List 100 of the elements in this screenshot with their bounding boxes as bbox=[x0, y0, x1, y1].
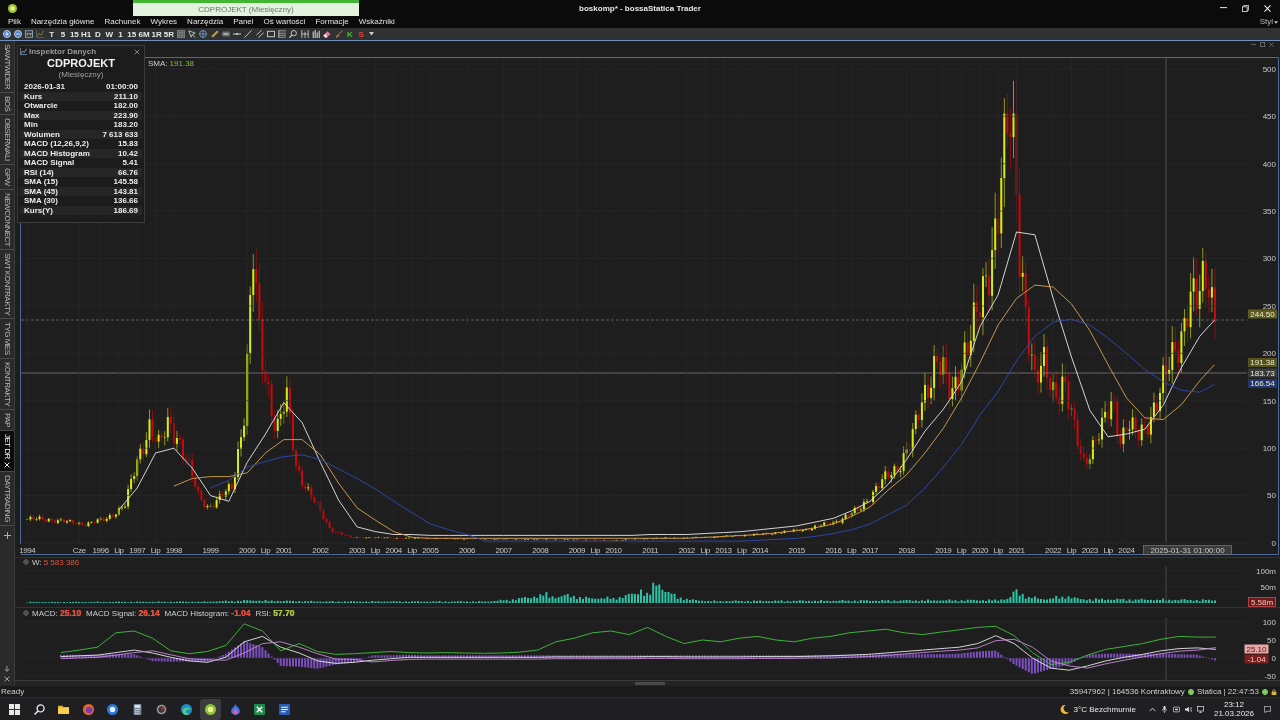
interval-button[interactable]: T bbox=[46, 28, 58, 40]
microphone-icon[interactable] bbox=[1160, 705, 1168, 713]
crosshair-icon[interactable] bbox=[199, 30, 208, 38]
side-tab[interactable]: KONTRAKTY bbox=[0, 358, 14, 410]
crosshair-date-label: 2025-01-31 01:00:00 bbox=[1143, 545, 1232, 555]
fit-width-icon[interactable] bbox=[25, 30, 34, 38]
menu-item[interactable]: Narzędzia główne bbox=[30, 17, 95, 27]
side-tab[interactable]: GPW bbox=[0, 165, 14, 190]
axis-label: 2020 bbox=[971, 545, 988, 555]
dropdown-caret-icon[interactable] bbox=[368, 32, 374, 36]
speaker-icon[interactable] bbox=[1184, 705, 1192, 713]
interval-button[interactable]: 1 bbox=[114, 28, 127, 40]
app-icon[interactable] bbox=[200, 698, 221, 720]
restore-icon[interactable] bbox=[1242, 4, 1249, 12]
flame-icon[interactable] bbox=[229, 703, 241, 715]
bar-chart-icon[interactable] bbox=[312, 30, 321, 38]
side-tab[interactable]: OBSERWALI bbox=[0, 115, 14, 165]
side-tab[interactable]: NEWCONNECT bbox=[0, 189, 14, 250]
menu-item[interactable]: Wskaźniki bbox=[358, 17, 395, 27]
zoom-in-icon[interactable] bbox=[2, 30, 11, 38]
clock-date[interactable]: 21.03.2026 bbox=[1213, 709, 1254, 718]
interval-button[interactable]: 15 bbox=[126, 28, 138, 40]
axis-label: Lip bbox=[737, 545, 747, 555]
chevron-up-icon[interactable] bbox=[1148, 705, 1156, 713]
side-tab[interactable]: SWT KONTRAKTY bbox=[0, 249, 14, 320]
horizontal-scrollbar[interactable] bbox=[15, 680, 1280, 686]
caret-icon bbox=[1274, 20, 1278, 24]
menu-item[interactable]: Narzędzia bbox=[187, 17, 224, 27]
gauge-icon[interactable] bbox=[156, 703, 167, 715]
side-tab[interactable]: JET DR bbox=[0, 430, 14, 472]
trend-line-icon[interactable] bbox=[244, 30, 253, 38]
field-value: 136.66 bbox=[113, 196, 138, 206]
field-value: 7 613 633 bbox=[102, 129, 138, 139]
spreadsheet-icon[interactable] bbox=[254, 703, 265, 715]
interval-button[interactable]: D bbox=[92, 28, 104, 40]
vertical-lines-icon[interactable] bbox=[300, 30, 309, 38]
folder-icon[interactable] bbox=[58, 703, 69, 715]
side-tab[interactable]: DAYTRADING bbox=[0, 471, 14, 526]
axis-label: 150 bbox=[1262, 396, 1276, 406]
browser-icon[interactable] bbox=[180, 703, 192, 715]
axis-label: 500 bbox=[1262, 64, 1276, 74]
chart-icon[interactable] bbox=[36, 30, 45, 38]
maximize-icon[interactable] bbox=[1260, 41, 1265, 47]
zoom-out-icon[interactable] bbox=[13, 30, 22, 38]
document-tab[interactable]: CDPROJEKT (Miesięczny) bbox=[133, 0, 359, 16]
legend-value: 5 583 386 bbox=[43, 557, 80, 567]
clock-time[interactable]: 23:12 bbox=[1223, 700, 1244, 709]
ruler-icon[interactable] bbox=[210, 30, 219, 38]
interval-button[interactable]: 5R bbox=[162, 28, 176, 40]
minimize-icon[interactable] bbox=[1220, 7, 1227, 9]
scrollbar-thumb[interactable] bbox=[635, 682, 665, 685]
label-icon[interactable] bbox=[221, 30, 230, 38]
search-icon[interactable] bbox=[33, 703, 45, 715]
search-icon[interactable] bbox=[289, 30, 298, 38]
axis-label: 2021 bbox=[1008, 545, 1025, 555]
interval-button[interactable]: H1 bbox=[80, 28, 93, 40]
interval-button[interactable]: 6M bbox=[137, 28, 151, 40]
fibonacci-icon[interactable] bbox=[278, 30, 287, 38]
axis-label: 2006 bbox=[458, 545, 476, 555]
field-label: MACD (12,26,9,2) bbox=[24, 139, 89, 149]
device-icon[interactable] bbox=[1172, 705, 1180, 713]
app-logo-icon[interactable] bbox=[8, 3, 17, 13]
menu-item[interactable]: Panel bbox=[233, 17, 254, 27]
horizontal-line-icon[interactable] bbox=[233, 30, 242, 38]
menu-item[interactable]: Formacje bbox=[315, 17, 349, 27]
arrow-down-icon[interactable] bbox=[4, 666, 10, 672]
axis-label: 2023 bbox=[1081, 545, 1098, 555]
field-value: 10.42 bbox=[117, 148, 138, 158]
weather-text[interactable]: 3°C Bezchmurnie bbox=[1073, 704, 1136, 714]
browser-icon[interactable] bbox=[107, 703, 118, 715]
side-tab[interactable]: BOŚ bbox=[0, 93, 14, 116]
brush-icon[interactable] bbox=[334, 30, 343, 38]
side-tab[interactable]: TYG MES bbox=[0, 319, 14, 359]
k-button[interactable]: K bbox=[344, 28, 356, 40]
interval-button[interactable]: 15 bbox=[68, 28, 80, 40]
eraser-icon[interactable] bbox=[323, 30, 332, 38]
interval-button[interactable]: 1R bbox=[150, 28, 163, 40]
moon-icon[interactable] bbox=[1059, 704, 1069, 714]
menu-item[interactable]: Plik bbox=[8, 17, 21, 27]
interval-button[interactable]: W bbox=[103, 28, 115, 40]
add-panel-icon[interactable] bbox=[3, 531, 11, 539]
windows-start-icon[interactable] bbox=[9, 703, 20, 715]
rectangle-icon[interactable] bbox=[266, 30, 275, 38]
menu-item[interactable]: Oś wartości bbox=[263, 17, 306, 27]
axis-label: 2018 bbox=[898, 545, 915, 555]
parallel-lines-icon[interactable] bbox=[255, 30, 264, 38]
field-label: SMA (45) bbox=[24, 186, 58, 196]
side-tab[interactable]: PAP bbox=[0, 410, 14, 431]
pointer-icon[interactable] bbox=[187, 30, 196, 38]
document-icon[interactable] bbox=[278, 703, 290, 715]
calculator-icon[interactable] bbox=[131, 703, 143, 715]
notification-icon[interactable] bbox=[1264, 705, 1271, 713]
monitor-icon[interactable] bbox=[1196, 705, 1204, 713]
style-menu[interactable]: Styl bbox=[1259, 17, 1278, 27]
menu-item[interactable]: Wykres bbox=[150, 17, 178, 27]
side-tab[interactable]: SAWTWIDER bbox=[0, 41, 14, 93]
close-icon[interactable] bbox=[4, 676, 10, 682]
grid-icon[interactable] bbox=[176, 30, 185, 38]
menu-item[interactable]: Rachunek bbox=[104, 17, 141, 27]
interval-button[interactable]: 5 bbox=[57, 28, 69, 40]
